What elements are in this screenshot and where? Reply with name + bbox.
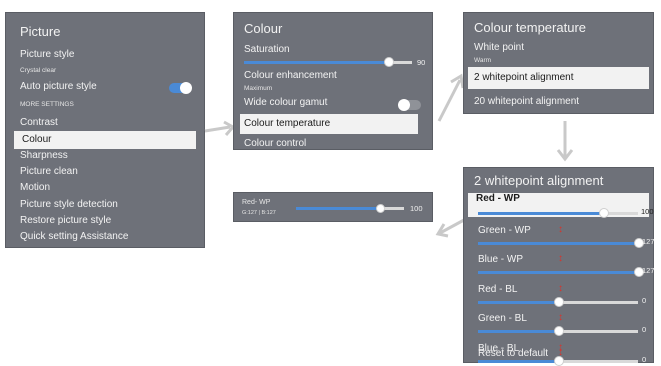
alignment-slider[interactable] (478, 237, 644, 248)
wide-gamut-toggle[interactable] (398, 99, 421, 111)
more-settings-heading: MORE SETTINGS (20, 101, 74, 108)
adjust-updown-icon: ↕ (558, 347, 563, 358)
picture-style-value: Crystal clear (20, 67, 57, 74)
mini-red-wp-slider[interactable] (296, 204, 406, 213)
colour-menu-title: Colour (244, 21, 283, 36)
menu-item-motion[interactable]: Motion (6, 182, 204, 196)
slider-knob[interactable] (554, 326, 564, 336)
menu-item-restore-picture-style[interactable]: Restore picture style (6, 215, 204, 229)
menu-item-colour-enhancement[interactable]: Colour enhancement (234, 70, 432, 83)
slider-knob[interactable] (598, 208, 609, 218)
menu-item-picture-style-detection[interactable]: Picture style detection (6, 199, 204, 213)
menu-item-2-whitepoint-alignment[interactable]: 2 whitepoint alignment (468, 67, 649, 89)
arrow-down-icon (556, 121, 574, 162)
slider-fill (296, 207, 381, 210)
alignment-value: 0 (642, 295, 647, 305)
colour-temperature-title: Colour temperature (474, 20, 586, 35)
menu-item-colour-control[interactable]: Colour control (234, 138, 432, 149)
menu-item-quick-setting-assistance[interactable]: Quick setting Assistance (6, 231, 204, 245)
adjust-updown-icon: ↕ (558, 282, 563, 294)
colour-enhancement-value: Maximum (244, 85, 273, 92)
alignment-slider[interactable] (478, 267, 644, 277)
picture-menu-panel: Picture Picture style Crystal clear Auto… (5, 12, 205, 248)
menu-item-white-point[interactable]: White point (464, 42, 653, 55)
adjust-updown-icon: ↕ (558, 223, 563, 235)
menu-item-colour-temperature[interactable]: Colour temperature (240, 114, 418, 134)
alignment-slider[interactable] (478, 326, 638, 336)
menu-item-picture-style[interactable]: Picture style (6, 49, 204, 63)
alignment-slider[interactable] (478, 296, 638, 307)
menu-item-saturation[interactable]: Saturation (234, 44, 432, 57)
picture-menu-title: Picture (20, 24, 61, 39)
mini-slider-label: Red- WP (242, 199, 271, 206)
slider-fill (478, 330, 558, 333)
mini-slider-value: 100 (410, 204, 423, 213)
auto-picture-style-toggle[interactable] (169, 82, 192, 94)
slider-fill (478, 271, 638, 274)
mini-slider-subvalues: G:127 | B:127 (242, 210, 276, 216)
alignment-value: 100 (641, 207, 654, 216)
whitepoint-alignment-title: 2 whitepoint alignment (474, 173, 604, 188)
slider-fill (478, 241, 638, 245)
alignment-value: 127 (642, 266, 655, 275)
alignment-value: 127 (642, 236, 655, 246)
menu-item-20-whitepoint-alignment[interactable]: 20 whitepoint alignment (464, 96, 653, 109)
saturation-value: 90 (417, 58, 426, 67)
slider-knob[interactable] (384, 57, 395, 67)
alignment-slider[interactable] (478, 208, 638, 218)
arrow-right-icon (204, 120, 236, 136)
slider-fill (244, 61, 389, 64)
mini-slider-panel: Red- WP G:127 | B:127 100 (233, 192, 433, 222)
colour-menu-panel: Colour Saturation 90 Colour enhancement … (233, 12, 433, 150)
menu-item-sharpness[interactable]: Sharpness (6, 150, 204, 164)
slider-fill (478, 212, 603, 215)
arrow-left-icon (435, 218, 465, 238)
saturation-slider[interactable]: 90 (244, 57, 426, 68)
arrow-up-right-icon (437, 73, 465, 122)
slider-track (558, 300, 638, 304)
colour-temperature-panel: Colour temperature White point Warm 2 wh… (463, 12, 654, 114)
menu-item-colour[interactable]: Colour (14, 131, 196, 150)
menu-item-contrast[interactable]: Contrast (6, 117, 204, 131)
slider-fill (478, 300, 558, 304)
adjust-updown-icon: ↕ (558, 253, 563, 264)
slider-knob[interactable] (376, 204, 386, 213)
alignment-value: 0 (642, 325, 647, 334)
slider-knob[interactable] (554, 296, 564, 307)
toggle-knob (180, 82, 192, 94)
menu-item-picture-clean[interactable]: Picture clean (6, 166, 204, 180)
slider-track (558, 330, 638, 333)
toggle-knob (398, 99, 410, 111)
adjust-updown-icon: ↕ (558, 312, 563, 323)
whitepoint-alignment-panel: 2 whitepoint alignment Red - WP 100 Green … (463, 167, 655, 366)
white-point-value: Warm (474, 57, 492, 64)
